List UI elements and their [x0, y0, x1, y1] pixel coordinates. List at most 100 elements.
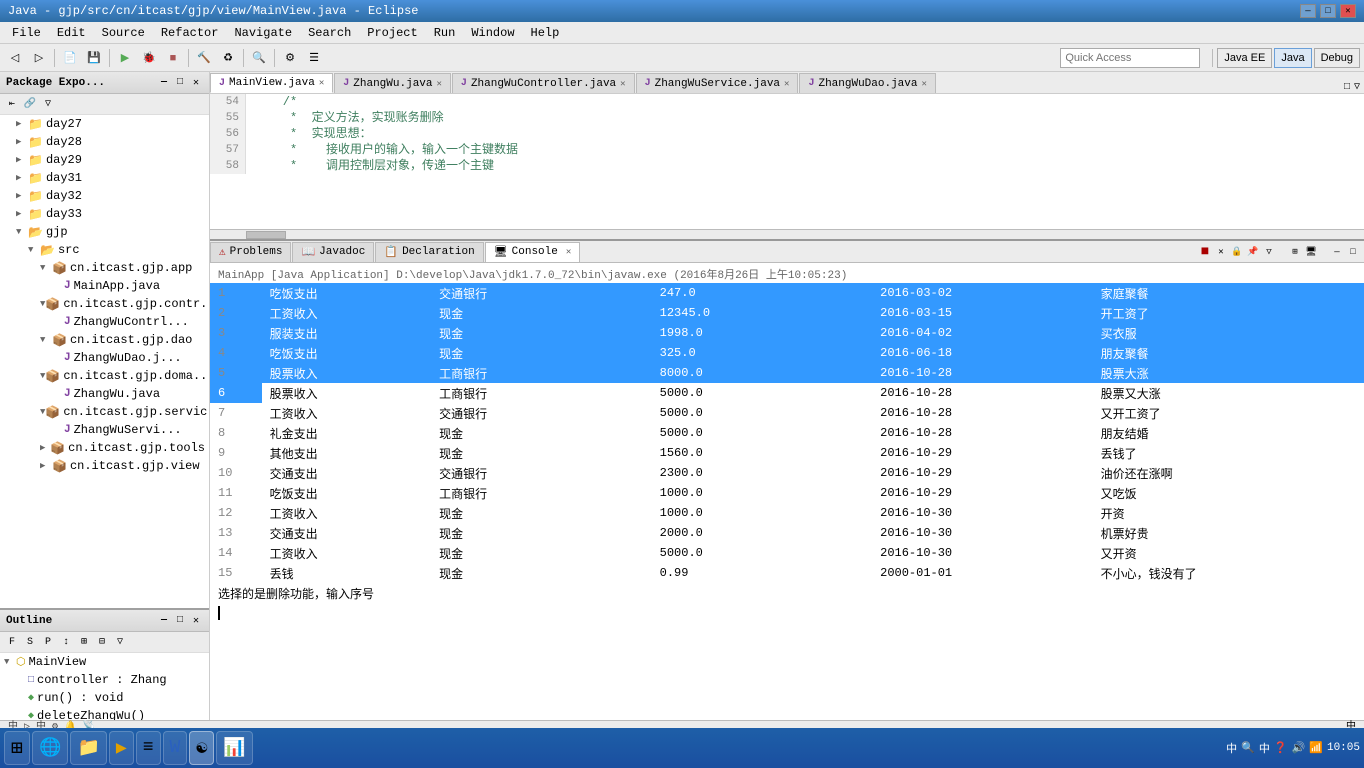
- close-panel-btn[interactable]: ✕: [189, 76, 203, 90]
- pin-console-btn[interactable]: 📌: [1246, 245, 1260, 259]
- tree-zhangwucontroller[interactable]: ▶ J ZhangWuContrl...: [0, 313, 209, 331]
- maximize-button[interactable]: □: [1320, 4, 1336, 18]
- taskbar-media[interactable]: ▶: [109, 731, 134, 765]
- tree-controller-pkg[interactable]: ▼ 📦 cn.itcast.gjp.contr...: [0, 295, 209, 313]
- outline-minimize[interactable]: —: [157, 614, 171, 628]
- menu-refactor[interactable]: Refactor: [153, 24, 227, 42]
- console-menu[interactable]: ▽: [1262, 245, 1276, 259]
- link-editor-btn[interactable]: 🔗: [22, 96, 38, 112]
- toolbar-misc1[interactable]: ⚙: [279, 47, 301, 69]
- maximize-panel-btn[interactable]: □: [173, 76, 187, 90]
- toolbar-clean[interactable]: ♻: [217, 47, 239, 69]
- menu-run[interactable]: Run: [426, 24, 464, 42]
- editor-hscroll[interactable]: [210, 229, 1364, 239]
- tab-zhangwu[interactable]: J ZhangWu.java ✕: [334, 73, 451, 93]
- toolbar-new[interactable]: 📄: [59, 47, 81, 69]
- toolbar-build[interactable]: 🔨: [193, 47, 215, 69]
- open-console-btn[interactable]: ⊞: [1288, 245, 1302, 259]
- tree-dao-pkg[interactable]: ▼ 📦 cn.itcast.gjp.dao: [0, 331, 209, 349]
- taskbar-misc1[interactable]: ≡: [136, 731, 161, 765]
- perspective-java[interactable]: Java: [1274, 48, 1311, 68]
- outline-controller-field[interactable]: ▶ □ controller : Zhang: [0, 671, 209, 689]
- toolbar-misc2[interactable]: ☰: [303, 47, 325, 69]
- outline-close[interactable]: ✕: [189, 614, 203, 628]
- tree-service-pkg[interactable]: ▼ 📦 cn.itcast.gjp.servic...: [0, 403, 209, 421]
- minimize-panel-btn[interactable]: —: [157, 76, 171, 90]
- tree-app-pkg[interactable]: ▼ 📦 cn.itcast.gjp.app: [0, 259, 209, 277]
- tree-gjp[interactable]: ▼ 📂 gjp: [0, 223, 209, 241]
- outline-run-method[interactable]: ▶ ◆ run() : void: [0, 689, 209, 707]
- menu-help[interactable]: Help: [523, 24, 568, 42]
- code-content[interactable]: 54 /* 55 * 定义方法，实现账务删除 56 * 实现思想： 57 * 接…: [210, 94, 1364, 229]
- toolbar-run[interactable]: ▶: [114, 47, 136, 69]
- console-close[interactable]: ✕: [566, 247, 571, 257]
- tree-day32[interactable]: ▶ 📁 day32: [0, 187, 209, 205]
- toolbar-stop[interactable]: ■: [162, 47, 184, 69]
- menu-source[interactable]: Source: [94, 24, 153, 42]
- taskbar-eclipse-active[interactable]: ☯: [189, 731, 214, 765]
- outline-hide-nonpublic[interactable]: P: [40, 634, 56, 650]
- collapse-all-btn[interactable]: ⇤: [4, 96, 20, 112]
- tree-mainapp[interactable]: ▶ J MainApp.java: [0, 277, 209, 295]
- taskbar-chart[interactable]: 📊: [216, 731, 252, 765]
- editor-maximize-btn[interactable]: □: [1344, 82, 1350, 93]
- tab-close[interactable]: ✕: [437, 79, 442, 89]
- tree-src[interactable]: ▼ 📂 src: [0, 241, 209, 259]
- outline-hide-fields[interactable]: F: [4, 634, 20, 650]
- tree-domain-pkg[interactable]: ▼ 📦 cn.itcast.gjp.doma...: [0, 367, 209, 385]
- tab-mainview[interactable]: J MainView.java ✕: [210, 73, 333, 93]
- outline-expand[interactable]: ⊞: [76, 634, 92, 650]
- tree-day31[interactable]: ▶ 📁 day31: [0, 169, 209, 187]
- outline-mainview[interactable]: ▼ ⬡ MainView: [0, 653, 209, 671]
- toolbar-search-btn[interactable]: 🔍: [248, 47, 270, 69]
- toolbar-forward[interactable]: ▷: [28, 47, 50, 69]
- hscroll-thumb[interactable]: [246, 231, 286, 239]
- clear-console-btn[interactable]: ✕: [1214, 245, 1228, 259]
- tab-service[interactable]: J ZhangWuService.java ✕: [636, 73, 799, 93]
- minimize-panel-btn[interactable]: —: [1330, 245, 1344, 259]
- view-menu-btn[interactable]: ▽: [40, 96, 56, 112]
- outline-view-menu[interactable]: ▽: [112, 634, 128, 650]
- console-type-btn[interactable]: 🖥: [1304, 245, 1318, 259]
- toolbar-save[interactable]: 💾: [83, 47, 105, 69]
- tab-close[interactable]: ✕: [922, 79, 927, 89]
- vscroll[interactable]: [1354, 239, 1364, 728]
- menu-file[interactable]: File: [4, 24, 49, 42]
- tab-close[interactable]: ✕: [620, 79, 625, 89]
- menu-window[interactable]: Window: [463, 24, 522, 42]
- taskbar-explorer[interactable]: 📁: [70, 731, 106, 765]
- toolbar-debug[interactable]: 🐞: [138, 47, 160, 69]
- tree-day33[interactable]: ▶ 📁 day33: [0, 205, 209, 223]
- tab-problems[interactable]: ⚠ Problems: [210, 242, 291, 262]
- tree-day29[interactable]: ▶ 📁 day29: [0, 151, 209, 169]
- scroll-lock-btn[interactable]: 🔒: [1230, 245, 1244, 259]
- tab-declaration[interactable]: 📋 Declaration: [375, 242, 483, 262]
- tab-close[interactable]: ✕: [784, 79, 789, 89]
- tab-close[interactable]: ✕: [319, 78, 324, 88]
- taskbar-word[interactable]: W: [163, 731, 188, 765]
- outline-collapse[interactable]: ⊟: [94, 634, 110, 650]
- taskbar-ie[interactable]: 🌐: [32, 731, 68, 765]
- tab-console[interactable]: 🖥 Console ✕: [485, 242, 581, 262]
- tab-dao[interactable]: J ZhangWuDao.java ✕: [799, 73, 935, 93]
- menu-edit[interactable]: Edit: [49, 24, 94, 42]
- tree-day28[interactable]: ▶ 📁 day28: [0, 133, 209, 151]
- outline-hide-static[interactable]: S: [22, 634, 38, 650]
- perspective-javaee[interactable]: Java EE: [1217, 48, 1272, 68]
- tree-day27[interactable]: ▶ 📁 day27: [0, 115, 209, 133]
- menu-search[interactable]: Search: [300, 24, 359, 42]
- tree-zhangwudao[interactable]: ▶ J ZhangWuDao.j...: [0, 349, 209, 367]
- tab-controller[interactable]: J ZhangWuController.java ✕: [452, 73, 635, 93]
- tab-javadoc[interactable]: 📖 Javadoc: [292, 242, 374, 262]
- menu-project[interactable]: Project: [359, 24, 425, 42]
- tree-zhangwuservice[interactable]: ▶ J ZhangWuServi...: [0, 421, 209, 439]
- stop-btn[interactable]: ■: [1198, 245, 1212, 259]
- menu-navigate[interactable]: Navigate: [226, 24, 300, 42]
- quick-access-input[interactable]: [1060, 48, 1200, 68]
- start-button[interactable]: ⊞: [4, 731, 30, 765]
- toolbar-back[interactable]: ◁: [4, 47, 26, 69]
- minimize-button[interactable]: —: [1300, 4, 1316, 18]
- tree-zhangwu[interactable]: ▶ J ZhangWu.java: [0, 385, 209, 403]
- tree-view-pkg[interactable]: ▶ 📦 cn.itcast.gjp.view: [0, 457, 209, 475]
- outline-maximize[interactable]: □: [173, 614, 187, 628]
